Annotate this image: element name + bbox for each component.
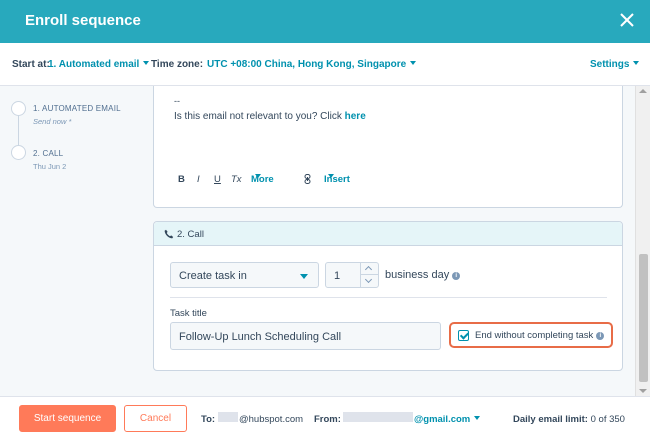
scroll-down-icon[interactable] xyxy=(639,389,647,393)
redacted-recipient xyxy=(218,412,238,422)
redacted-sender xyxy=(343,412,413,422)
scroll-up-icon[interactable] xyxy=(639,89,647,93)
increment-button[interactable] xyxy=(360,263,378,275)
call-step-title: 2. Call xyxy=(177,229,204,240)
chevron-down-icon xyxy=(255,174,261,178)
modal-footer: Start sequence Cancel To: @hubspot.com F… xyxy=(0,396,650,441)
delay-value[interactable]: 1 xyxy=(334,270,340,282)
step-marker-icon[interactable] xyxy=(11,145,26,160)
chevron-down-icon xyxy=(474,416,481,420)
end-without-completing-checkbox[interactable] xyxy=(458,330,469,341)
call-step-header[interactable]: 2. Call xyxy=(154,222,622,246)
start-sequence-button[interactable]: Start sequence xyxy=(19,405,116,432)
step-2-subtitle: Thu Jun 2 xyxy=(33,162,67,171)
chevron-down-icon xyxy=(328,174,334,178)
underline-button[interactable]: U xyxy=(214,174,221,185)
sequence-step-timeline: 1. AUTOMATED EMAIL Send now * 2. CALL Th… xyxy=(0,86,152,396)
to-label: To: xyxy=(201,414,216,425)
scrollbar-thumb[interactable] xyxy=(639,254,648,382)
signature-separator: -- xyxy=(174,96,180,106)
email-step-card: -- Is this email not relevant to you? Cl… xyxy=(153,86,623,208)
start-at-label: Start at: xyxy=(12,59,50,70)
start-at-dropdown[interactable]: 1. Automated email xyxy=(48,59,150,70)
end-without-completing-highlight: End without completing task i xyxy=(449,322,613,348)
delay-stepper[interactable]: 1 xyxy=(325,262,379,288)
task-title-label: Task title xyxy=(170,308,207,319)
from-label: From: xyxy=(314,414,341,425)
settings-dropdown[interactable]: Settings xyxy=(590,59,640,70)
timezone-dropdown[interactable]: UTC +08:00 China, Hong Kong, Singapore xyxy=(207,59,417,70)
clear-format-button[interactable]: Tx xyxy=(231,174,242,185)
delay-unit: business day i xyxy=(385,269,461,281)
scrollbar[interactable] xyxy=(635,86,650,396)
step-1-title[interactable]: 1. AUTOMATED EMAIL xyxy=(33,104,121,113)
unsubscribe-link[interactable]: here xyxy=(345,111,366,122)
call-step-card: 2. Call Create task in 1 business day i T… xyxy=(153,221,623,371)
phone-icon xyxy=(164,229,174,239)
info-icon[interactable]: i xyxy=(596,332,605,340)
modal-title: Enroll sequence xyxy=(25,12,141,29)
link-icon[interactable] xyxy=(304,174,311,187)
chevron-down-icon xyxy=(633,61,640,65)
info-icon[interactable]: i xyxy=(452,272,461,280)
cancel-button[interactable]: Cancel xyxy=(124,405,187,432)
italic-button[interactable]: I xyxy=(197,174,200,185)
end-without-completing-label[interactable]: End without completing task i xyxy=(475,330,605,341)
recipient-email: @hubspot.com xyxy=(239,414,304,425)
email-body-line[interactable]: Is this email not relevant to you? Click… xyxy=(174,111,366,122)
caret-down-icon xyxy=(300,274,308,279)
timezone-label: Time zone: xyxy=(151,59,204,70)
bold-button[interactable]: B xyxy=(178,174,185,185)
daily-email-limit: Daily email limit: 0 of 350 xyxy=(513,414,625,425)
decrement-button[interactable] xyxy=(360,275,378,287)
modal-header: Enroll sequence xyxy=(0,0,650,43)
from-dropdown[interactable]: @gmail.com xyxy=(414,414,481,425)
step-1-subtitle: Send now * xyxy=(33,117,72,126)
chevron-down-icon xyxy=(410,61,417,65)
divider xyxy=(170,297,607,298)
step-2-title[interactable]: 2. CALL xyxy=(33,149,63,158)
close-icon[interactable] xyxy=(618,11,636,29)
enroll-toolbar: Start at: 1. Automated email Time zone: … xyxy=(0,43,650,86)
step-marker-icon[interactable] xyxy=(11,101,26,116)
sequence-editor: -- Is this email not relevant to you? Cl… xyxy=(152,86,635,396)
task-title-input[interactable]: Follow-Up Lunch Scheduling Call xyxy=(170,322,441,350)
task-timing-select[interactable]: Create task in xyxy=(170,262,319,288)
chevron-down-icon xyxy=(143,61,150,65)
